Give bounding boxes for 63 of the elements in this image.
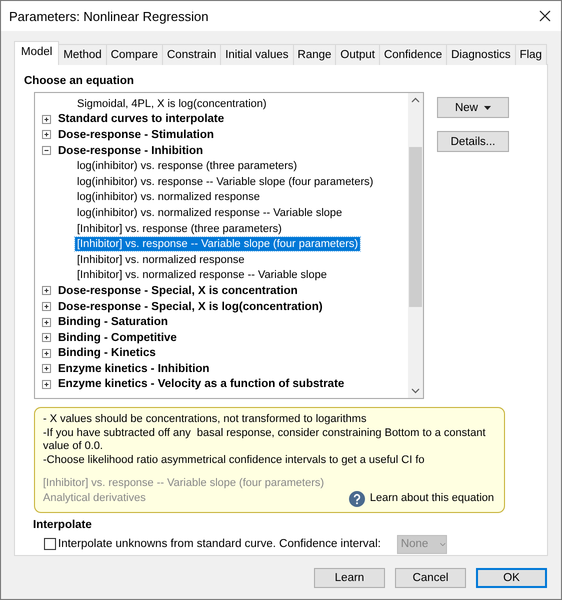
checkbox[interactable] [44,538,56,550]
hint-text: -If you have subtracted off any basal response, consider constraining Bottom to a constant value of 0.0. [43,426,486,454]
expand-icon[interactable] [42,380,51,389]
expand-icon[interactable] [42,114,51,124]
tree-item[interactable]: [Inhibitor] vs. normalized response [75,252,247,267]
tab[interactable]: Flag [514,44,547,65]
tab[interactable]: Confidence [378,44,448,65]
section-heading: Choose an equation [24,75,135,87]
tree-group[interactable]: Binding - Saturation [56,316,170,328]
tab[interactable]: Constrain [162,44,222,65]
tab[interactable]: Output [335,44,380,65]
tab[interactable]: Compare [106,44,163,65]
tree-item[interactable]: log(inhibitor) vs. normalized response [75,190,262,204]
scroll-up-icon[interactable] [411,97,420,103]
expand-icon[interactable] [42,130,51,140]
collapse-icon[interactable] [42,146,51,156]
expand-icon[interactable] [42,318,51,327]
dialog-button[interactable]: Learn [314,568,385,588]
expand-icon[interactable] [42,286,51,296]
new-menu-button[interactable]: New [437,97,509,118]
window-title: Parameters: Nonlinear Regression [9,8,210,24]
tree-group[interactable]: Enzyme kinetics - Velocity as a function of substrate [56,378,346,390]
tree-group[interactable]: Enzyme kinetics - Inhibition [56,362,212,375]
scroll-thumb[interactable] [409,147,422,307]
checkbox-label[interactable]: Interpolate unknowns from standard curve. Confidence interval: [58,538,381,550]
equation-name: [Inhibitor] vs. response -- Variable slope (four parameters) [43,477,326,490]
tree-item[interactable]: log(inhibitor) vs. normalized response -- Variable slope [75,206,344,220]
tree-item[interactable]: [Inhibitor] vs. response (three parameters) [75,222,284,236]
tree-group[interactable]: Dose-response - Special, X is log(concentration) [56,300,325,313]
hint-text: -Choose likelihood ratio asymmetrical confidence intervals to get a useful CI fo [43,454,426,467]
tree-group[interactable]: Dose-response - Inhibition [56,144,206,157]
tree-item[interactable]: Sigmoidal, 4PL, X is log(concentration) [75,96,269,111]
tree-group[interactable]: Binding - Competitive [56,332,179,344]
expand-icon[interactable] [42,364,51,374]
tab[interactable]: Method [58,44,107,65]
tab[interactable]: Diagnostics [446,44,516,65]
tree-group[interactable]: Dose-response - Stimulation [56,128,216,141]
expand-icon[interactable] [42,348,51,358]
help-icon[interactable] [348,490,365,506]
section-heading: Interpolate [33,518,93,530]
fitting-method: Analytical derivatives [43,492,146,506]
tree-group[interactable]: Dose-response - Special, X is concentration [56,284,300,297]
close-icon[interactable] [539,10,551,22]
dialog-button[interactable]: OK [476,568,547,588]
expand-icon[interactable] [42,333,51,342]
details-button[interactable]: Details... [437,131,509,152]
tab[interactable]: Model [14,41,60,65]
scroll-down-icon[interactable] [411,388,420,394]
expand-icon[interactable] [42,302,51,312]
tree-item[interactable]: log(inhibitor) vs. response -- Variable slope (four parameters) [75,174,376,189]
tree-item[interactable]: log(inhibitor) vs. response (three parameters) [75,159,300,174]
tree-group[interactable]: Binding - Kinetics [56,347,158,360]
hint-text: - X values should be concentrations, not transformed to logarithms [43,413,368,426]
tree-item[interactable]: [Inhibitor] vs. normalized response -- Variable slope [75,268,329,282]
caret-icon [484,106,491,110]
tree-group[interactable]: Standard curves to interpolate [56,113,226,126]
dialog-button[interactable]: Cancel [395,568,466,588]
learn-link[interactable]: Learn about this equation [370,492,494,506]
tree-item[interactable]: [Inhibitor] vs. response -- Variable slope (four parameters) [75,237,360,252]
caret-icon [440,542,446,546]
tab[interactable]: Range [292,44,336,65]
scrollbar[interactable] [408,93,423,398]
tab[interactable]: Initial values [220,44,294,65]
